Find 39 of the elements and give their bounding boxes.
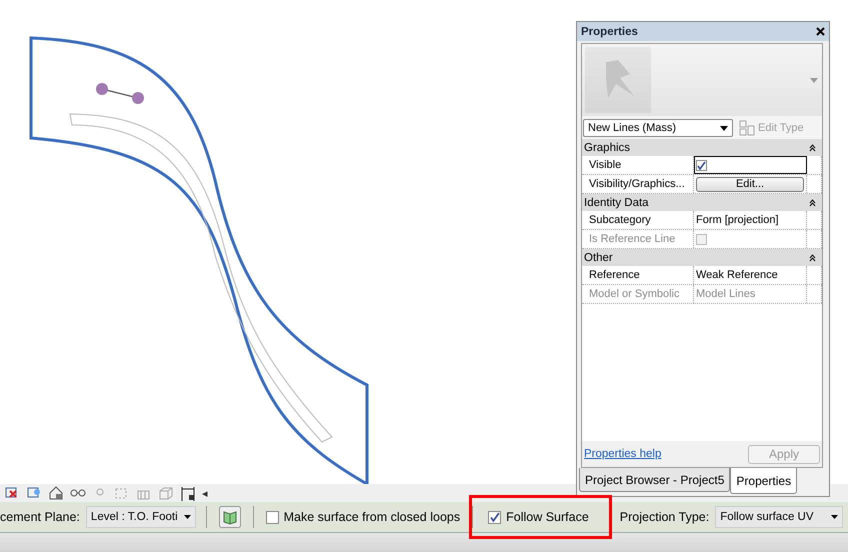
collapse-toggle-icon[interactable] bbox=[809, 198, 816, 206]
property-label: Visible bbox=[582, 156, 694, 174]
palette-tab[interactable]: Properties bbox=[730, 468, 798, 494]
model-line[interactable] bbox=[96, 83, 144, 104]
close-icon[interactable] bbox=[816, 27, 825, 36]
placement-plane-dropdown[interactable]: Level : T.O. Footi bbox=[86, 506, 196, 528]
property-checkbox[interactable] bbox=[696, 160, 707, 170]
book-icon[interactable] bbox=[218, 506, 241, 528]
property-label: Reference bbox=[582, 266, 694, 284]
edit-button[interactable]: Edit... bbox=[696, 176, 804, 192]
edit-type-icon bbox=[739, 120, 755, 136]
dimension-lock-icon[interactable] bbox=[180, 485, 196, 501]
type-selector-dropdown[interactable]: New Lines (Mass) bbox=[583, 119, 733, 137]
collapse-toggle-icon[interactable] bbox=[809, 144, 816, 152]
property-label: Visibility/Graphics... bbox=[582, 175, 694, 193]
properties-help-link[interactable]: Properties help bbox=[584, 448, 662, 460]
group-header: Other bbox=[584, 252, 613, 264]
palette-tab[interactable]: Project Browser - Project5 bbox=[579, 468, 730, 492]
property-label: Subcategory bbox=[582, 211, 694, 229]
dropdown-arrow-icon[interactable] bbox=[720, 126, 728, 130]
make-surface-checkbox[interactable]: Make surface from closed loops bbox=[264, 508, 462, 526]
type-preview-image bbox=[585, 47, 651, 113]
property-label: Model or Symbolic bbox=[582, 285, 694, 303]
checkmark-icon bbox=[490, 512, 500, 522]
collapse-toggle-icon[interactable] bbox=[809, 254, 816, 262]
projection-type-dropdown[interactable]: Follow surface UV bbox=[715, 506, 844, 528]
group-header: Graphics bbox=[584, 142, 630, 154]
dropdown-arrow-icon[interactable] bbox=[184, 515, 191, 519]
property-label: Is Reference Line bbox=[582, 230, 694, 248]
palette-title: Properties bbox=[581, 26, 638, 38]
scroll-left-arrow[interactable]: ◂ bbox=[202, 486, 208, 500]
property-value[interactable]: Form [projection] bbox=[696, 214, 779, 226]
dropdown-arrow-icon[interactable] bbox=[831, 515, 838, 519]
projection-type-label: Projection Type: bbox=[620, 510, 710, 524]
placement-plane-label: cement Plane: bbox=[0, 510, 80, 524]
follow-surface-checkbox[interactable]: Follow Surface bbox=[486, 508, 591, 526]
property-value: Model Lines bbox=[696, 288, 756, 300]
group-header: Identity Data bbox=[584, 196, 649, 208]
property-value[interactable]: Weak Reference bbox=[696, 269, 778, 281]
